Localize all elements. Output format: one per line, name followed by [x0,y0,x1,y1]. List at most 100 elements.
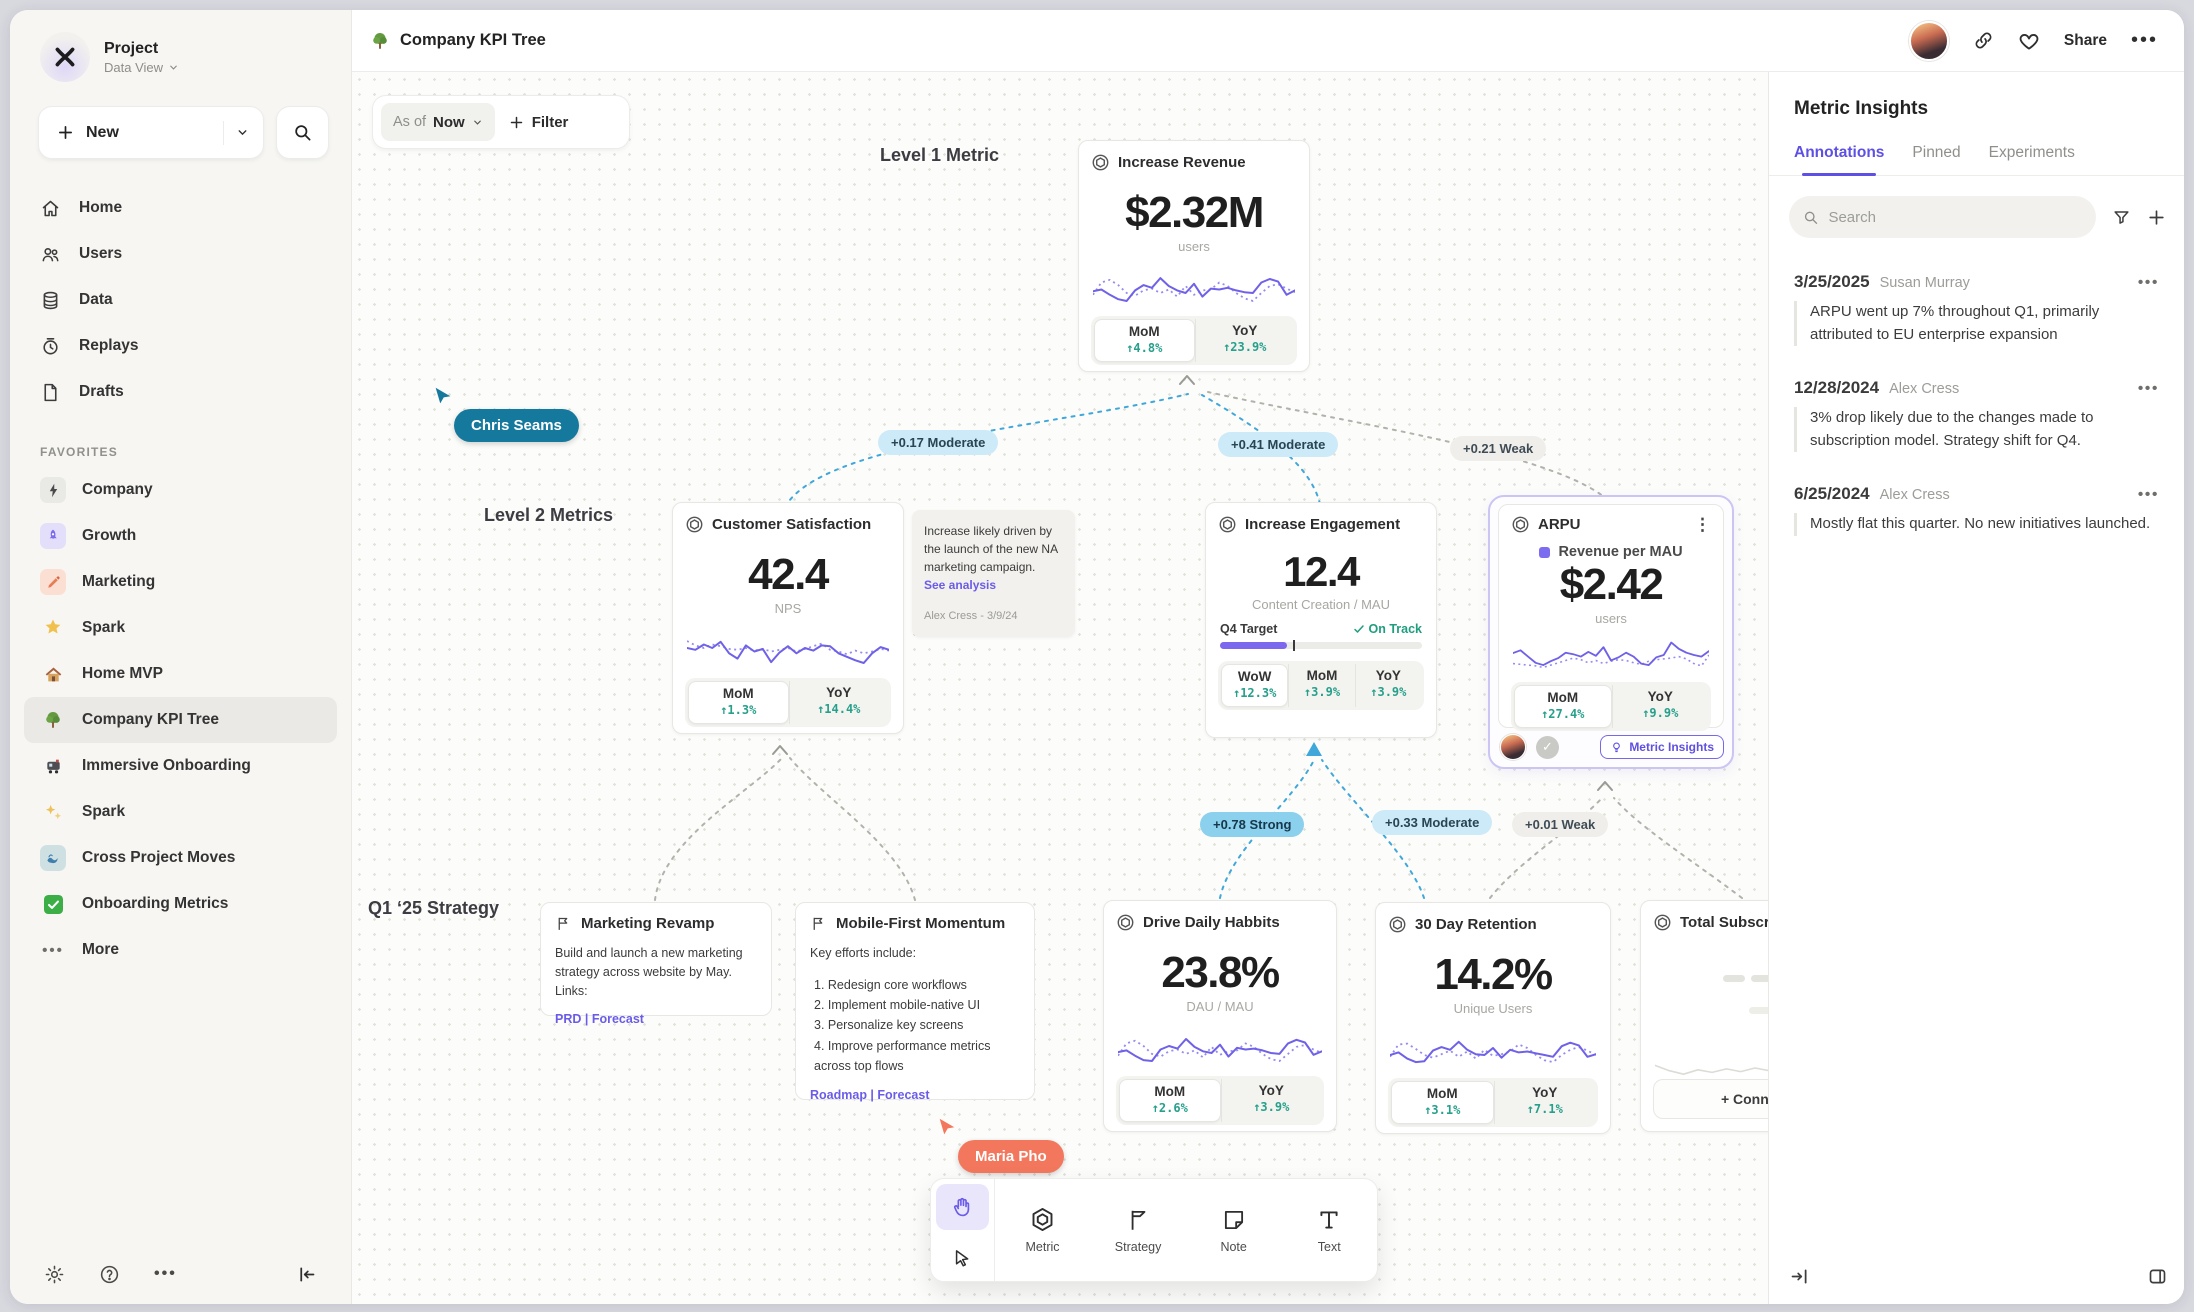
users-icon [40,244,61,265]
annotation-date: 3/25/2025 [1794,272,1870,292]
new-button[interactable]: New [38,106,264,159]
chevron-down-icon [472,117,483,128]
sidebar-item-growth[interactable]: Growth [24,513,337,559]
tab-experiments[interactable]: Experiments [1989,144,2075,175]
filter-button[interactable]: Filter [509,114,569,131]
toggle-sidebar-icon[interactable] [2147,1266,2168,1287]
annotation-menu-icon[interactable]: ••• [2138,380,2159,398]
metric-card-arpu[interactable]: ARPU ⋮ Revenue per MAU $2.42 users MoM↑2… [1498,504,1724,728]
divider [223,121,224,145]
strategy-card-marketing-revamp[interactable]: Marketing Revamp Build and launch a new … [540,902,772,1016]
card-title: Mobile-First Momentum [836,915,1005,932]
collaborator-avatar [1500,734,1526,760]
annotation-menu-icon[interactable]: ••• [2138,486,2159,504]
sidebar-item-home-mvp[interactable]: Home MVP [24,651,337,697]
note-links[interactable]: PRD | Forecast [555,1012,757,1026]
search-input[interactable] [1828,209,2082,226]
pencil-icon [40,569,66,595]
sidebar-item-more[interactable]: ••• More [24,927,337,973]
more-options-icon[interactable]: ••• [154,1265,177,1283]
sidebar-item-cross-project-moves[interactable]: Cross Project Moves [24,835,337,881]
tab-annotations[interactable]: Annotations [1794,144,1884,175]
tool-metric[interactable]: Metric [995,1179,1091,1281]
as-of-dropdown[interactable]: As of Now [381,103,495,141]
strategy-card-mobile-first-momentum[interactable]: Mobile-First Momentum Key efforts includ… [795,902,1035,1100]
sidebar-item-drafts[interactable]: Drafts [24,369,337,415]
metric-card-increase-revenue[interactable]: Increase Revenue $2.32M users MoM↑4.8% Y… [1078,140,1310,372]
annotation-menu-icon[interactable]: ••• [2138,274,2159,292]
help-icon[interactable] [99,1264,120,1285]
metric-card-customer-satisfaction[interactable]: Customer Satisfaction 42.4 NPS MoM↑1.3% … [672,502,904,734]
chevron-down-icon[interactable] [236,126,249,139]
sidebar-item-label: Immersive Onboarding [82,757,251,775]
annotations-search[interactable] [1789,196,2096,238]
as-of-label: As of [393,114,426,130]
list-item: 1. Redesign core workflows [810,975,1020,995]
stat-value: ↑2.6% [1120,1101,1220,1115]
favorites-header: FAVORITES [10,415,351,467]
annotation-item[interactable]: 6/25/2024 Alex Cress ••• Mostly flat thi… [1794,484,2159,536]
sidebar-item-company-kpi-tree[interactable]: Company KPI Tree [24,697,337,743]
copy-link-icon[interactable] [1973,30,1994,51]
tool-strategy[interactable]: Strategy [1090,1179,1186,1281]
metric-value: $2.42 [1511,560,1711,610]
annotation-item[interactable]: 3/25/2025 Susan Murray ••• ARPU went up … [1794,272,2159,346]
hand-tool[interactable] [936,1184,989,1230]
sidebar-item-data[interactable]: Data [24,277,337,323]
metric-icon [1511,515,1530,534]
sidebar-item-label: Onboarding Metrics [82,895,228,913]
sidebar-search-button[interactable] [276,106,329,159]
plus-icon [57,124,74,141]
stat-label: YoY [1356,668,1421,683]
collapse-sidebar-icon[interactable] [296,1264,317,1285]
board-menu-icon[interactable]: ••• [2131,29,2158,52]
share-button[interactable]: Share [2064,32,2107,50]
legend-label: Revenue per MAU [1558,544,1682,560]
stat-value: ↑7.1% [1495,1102,1596,1116]
tool-label: Metric [1025,1240,1059,1254]
sidebar-item-company[interactable]: Company [24,467,337,513]
favorite-heart-icon[interactable] [2018,30,2040,52]
user-avatar[interactable] [1909,21,1949,61]
tool-text[interactable]: Text [1281,1179,1377,1281]
plus-icon [509,115,524,130]
add-annotation-icon[interactable] [2147,208,2166,227]
metric-card-drive-daily-habbits[interactable]: Drive Daily Habbits 23.8% DAU / MAU MoM↑… [1103,900,1337,1132]
stat-value: ↑3.9% [1222,1100,1322,1114]
note-links[interactable]: Roadmap | Forecast [810,1088,1020,1102]
collapse-panel-icon[interactable] [1789,1266,1810,1287]
sidebar-item-users[interactable]: Users [24,231,337,277]
sidebar-item-marketing[interactable]: Marketing [24,559,337,605]
see-analysis-link[interactable]: See analysis [924,578,996,592]
cursor-name-label: Chris Seams [454,409,579,442]
select-tool[interactable] [931,1235,994,1281]
annotation-note[interactable]: Increase likely driven by the launch of … [912,510,1075,637]
target-marker [1293,640,1295,651]
sidebar-item-home[interactable]: Home [24,185,337,231]
workspace: Company KPI Tree Share ••• [352,10,2184,1304]
stat-label: MoM [1515,690,1611,705]
tool-note[interactable]: Note [1186,1179,1282,1281]
metric-value: 23.8% [1116,948,1324,998]
sidebar-item-onboarding-metrics[interactable]: Onboarding Metrics [24,881,337,927]
sidebar-item-spark-2[interactable]: Spark [24,789,337,835]
card-title: Marketing Revamp [581,915,714,932]
settings-gear-icon[interactable] [44,1264,65,1285]
metric-card-arpu-selection-ring[interactable]: ARPU ⋮ Revenue per MAU $2.42 users MoM↑2… [1488,495,1734,769]
note-body: Build and launch a new marketing strateg… [555,944,757,1000]
edge-label: +0.41 Moderate [1218,432,1338,457]
tool-label: Strategy [1115,1240,1162,1254]
sidebar-item-immersive-onboarding[interactable]: Immersive Onboarding [24,743,337,789]
project-switcher[interactable]: Project Data View [10,10,351,82]
metric-insights-badge[interactable]: Metric Insights [1600,735,1724,759]
annotation-item[interactable]: 12/28/2024 Alex Cress ••• 3% drop likely… [1794,378,2159,452]
metric-card-increase-engagement[interactable]: Increase Engagement 12.4 Content Creatio… [1205,502,1437,738]
top-bar: Company KPI Tree Share ••• [352,10,2184,72]
tab-pinned[interactable]: Pinned [1912,144,1960,175]
stat-label: WoW [1222,669,1287,684]
card-menu-icon[interactable]: ⋮ [1694,516,1711,533]
filter-funnel-icon[interactable] [2112,208,2131,227]
sidebar-item-replays[interactable]: Replays [24,323,337,369]
metric-card-30-day-retention[interactable]: 30 Day Retention 14.2% Unique Users MoM↑… [1375,902,1611,1134]
sidebar-item-spark[interactable]: Spark [24,605,337,651]
